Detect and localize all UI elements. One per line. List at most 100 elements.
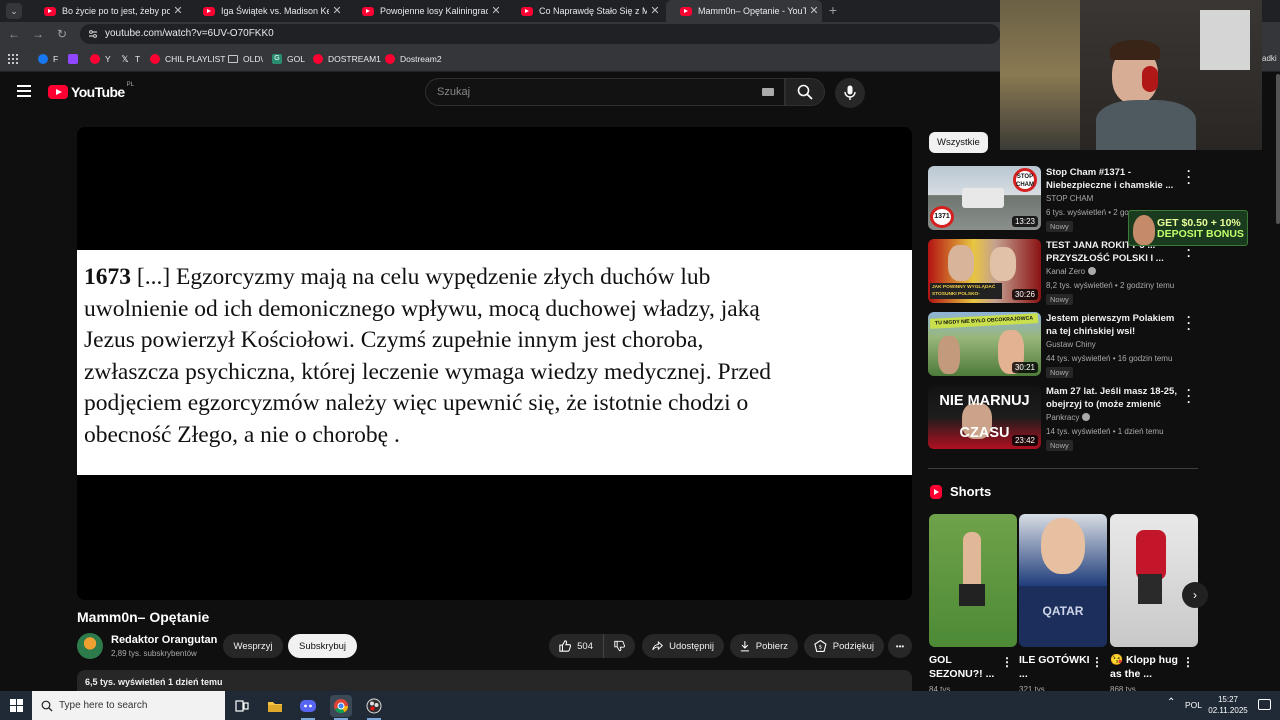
tab-close-icon[interactable]: ✕ [488,5,504,17]
bookmark-item[interactable]: Y [90,46,111,72]
more-options-icon[interactable]: ⋮ [1001,655,1013,669]
subscribe-button[interactable]: Subskrybuj [288,634,357,658]
back-arrow-icon[interactable]: ← [6,26,22,42]
channel-name[interactable]: Gustaw Chiny [1046,340,1096,349]
search-button[interactable] [785,78,825,106]
short-thumbnail[interactable] [929,514,1017,647]
short-title[interactable]: GOL SEZONU?! ... [929,653,1001,681]
site-info-icon[interactable] [88,29,98,39]
discord-icon[interactable] [297,695,319,720]
windows-start-icon[interactable] [10,699,23,712]
video-player[interactable]: 1673 [...] Egzorcyzmy mają na celu wypęd… [77,127,912,600]
folder-icon [228,55,238,63]
bookmark-item[interactable]: 𝕏T [120,46,140,72]
thumbnail-text: 1371 [930,206,954,228]
short-title[interactable]: 😘 Klopp hug as the ... [1110,653,1182,681]
tab-search-button[interactable]: ⌄ [6,3,22,19]
browser-tab[interactable]: Iga Świątek vs. Madison Keys | Pó ✕ [189,0,345,22]
video-thumbnail[interactable]: STOP CHAM 1371 13:23 [928,166,1041,230]
dislike-button[interactable] [603,634,635,658]
browser-tab[interactable]: Bo życie po to jest, żeby pożyczy ✕ [30,0,186,22]
tab-close-icon[interactable]: ✕ [806,5,822,17]
more-options-icon[interactable]: ··· [1184,165,1194,189]
thanks-button[interactable]: $ Podziękuj [804,634,884,658]
share-label: Udostępnij [669,640,714,652]
download-button[interactable]: Pobierz [730,634,798,658]
file-explorer-icon[interactable] [264,695,286,717]
channel-name[interactable]: Redaktor Orangutan [111,634,217,646]
gol-icon: G [272,54,282,64]
browser-tab[interactable]: Co Naprawdę Stało Się z Madel ✕ [507,0,663,22]
tab-close-icon[interactable]: ✕ [647,5,663,17]
chrome-icon[interactable] [330,695,352,720]
recommended-video[interactable]: JAK POWINNY WYGLĄDAĆ STOSUNKI POLSKO-NIE… [928,238,1198,305]
bookmark-item[interactable]: OLD\ [228,46,263,72]
ad-banner-overlay[interactable]: GET $0.50 + 10% DEPOSIT BONUS [1128,210,1248,246]
short-thumbnail[interactable]: QATAR [1019,514,1107,647]
recommended-video[interactable]: NIE MARNUJ CZASU 23:42 Mam 27 lat. Jeśli… [928,384,1198,451]
channel-name[interactable]: Kanał Zero [1046,267,1097,276]
bookmark-item[interactable]: Dostream2 [385,46,442,72]
more-options-icon[interactable]: ··· [1184,311,1194,335]
channel-name[interactable]: STOP CHAM [1046,194,1093,203]
more-options-icon[interactable]: ··· [1184,384,1194,408]
taskbar-search-input[interactable]: Type here to search [32,691,225,720]
video-title[interactable]: Stop Cham #1371 - Niebezpieczne i chamsk… [1046,166,1186,192]
slide-line: obecność Złego, a nie o chorobę . [84,421,400,448]
bookmark-item[interactable]: DOSTREAM1 [313,46,381,72]
video-thumbnail[interactable]: JAK POWINNY WYGLĄDAĆ STOSUNKI POLSKO-NIE… [928,239,1041,303]
short-title[interactable]: ILE GOTÓWKI ... [1019,653,1091,681]
video-title[interactable]: Jestem pierwszym Polakiem na tej chiński… [1046,312,1186,338]
video-meta: 14 tys. wyświetleń • 1 dzień temu [1046,427,1164,436]
short-thumbnail[interactable] [1110,514,1198,647]
browser-tab[interactable]: Powojenne losy Kaliningradu. P ✕ [348,0,504,22]
tab-close-icon[interactable]: ✕ [170,5,186,17]
reload-icon[interactable]: ↻ [54,26,70,42]
more-actions-button[interactable]: ••• [888,634,912,658]
video-thumbnail[interactable]: TU NIGDY NIE BYŁO OBCOKRAJOWCA 30:21 [928,312,1041,376]
filter-chip-all[interactable]: Wszystkie [929,132,988,153]
tray-chevron-up-icon[interactable]: ⌃ [1167,697,1175,708]
bookmark-item[interactable]: F [38,46,58,72]
clock[interactable]: 15:27 02.11.2025 [1208,694,1248,716]
video-duration: 13:23 [1011,216,1038,227]
video-title[interactable]: Mam 27 lat. Jeśli masz 18-25, obejrzyj t… [1046,385,1186,411]
more-options-icon[interactable]: ⋮ [1091,655,1103,669]
like-button[interactable]: 504 [549,634,603,658]
share-button[interactable]: Udostępnij [642,634,724,658]
recommended-video[interactable]: TU NIGDY NIE BYŁO OBCOKRAJOWCA 30:21 Jes… [928,311,1198,378]
video-title: Mamm0n– Opętanie [77,609,210,625]
more-options-icon[interactable]: ⋮ [1182,655,1194,669]
tab-close-icon[interactable]: ✕ [329,5,345,17]
menu-icon[interactable] [17,85,31,97]
new-badge: Nowy [1046,367,1073,378]
apps-grid-icon[interactable] [8,54,18,64]
notification-icon[interactable] [1258,699,1271,710]
keyboard-language[interactable]: POL [1185,691,1202,720]
youtube-icon [313,54,323,64]
video-frame-text-slide: 1673 [...] Egzorcyzmy mają na celu wypęd… [77,250,912,475]
youtube-favicon-icon [680,6,692,16]
task-view-icon[interactable] [231,695,253,717]
channel-name[interactable]: Pankracy [1046,413,1091,422]
youtube-logo[interactable]: YouTube PL [48,82,134,100]
search-input[interactable]: Szukaj [425,78,785,106]
forward-arrow-icon[interactable]: → [30,26,46,42]
new-tab-button[interactable]: + [826,0,840,22]
voice-search-button[interactable] [835,78,865,108]
chevron-right-icon[interactable]: › [1182,582,1208,608]
bookmark-item[interactable] [68,46,83,72]
description-box[interactable]: 6,5 tys. wyświetleń 1 dzień temu [77,670,912,692]
bookmark-item[interactable]: CHIL PLAYLIST [150,46,225,72]
obs-icon[interactable] [363,695,385,720]
keyboard-icon[interactable] [762,88,774,96]
slide-line: [...] Egzorcyzmy mają na celu wypędzenie… [131,264,711,290]
browser-tab-active[interactable]: Mamm0n– Opętanie - YouTube ✕ [666,0,822,22]
join-button[interactable]: Wesprzyj [223,634,283,658]
page-scrollbar[interactable] [1276,74,1280,224]
url-field[interactable]: youtube.com/watch?v=6UV-O70FKK0 [80,24,1000,44]
bookmark-edge-text[interactable]: adki [1262,54,1277,63]
bookmark-item[interactable]: G GOL [272,46,305,72]
video-thumbnail[interactable]: NIE MARNUJ CZASU 23:42 [928,385,1041,449]
channel-avatar[interactable] [77,633,103,659]
